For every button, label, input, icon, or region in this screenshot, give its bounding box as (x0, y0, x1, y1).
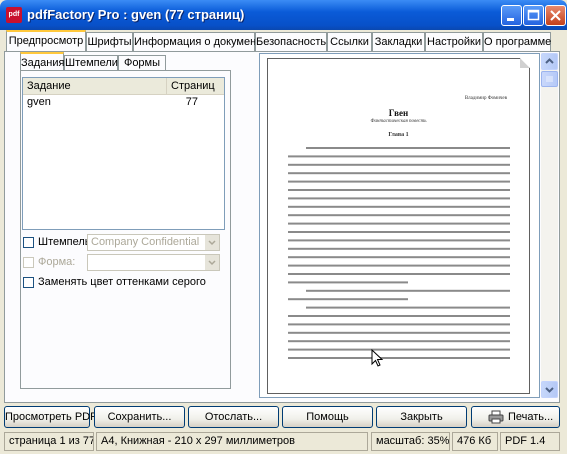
job-name-cell: gven (27, 96, 51, 108)
close-window-button[interactable] (545, 5, 566, 26)
arrow-down-icon (545, 387, 554, 393)
status-size: 476 Кб (452, 432, 498, 451)
pdf-app-icon: pdf (6, 7, 22, 23)
text-line (288, 357, 510, 359)
text-line (306, 306, 510, 309)
text-line (288, 247, 510, 250)
form-select[interactable] (87, 254, 220, 271)
status-zoom: масштаб: 35% (371, 432, 450, 451)
column-header-job[interactable]: Задание (23, 78, 167, 95)
arrow-up-icon (545, 58, 554, 64)
send-button[interactable]: Отослать... (188, 406, 279, 428)
tab-about[interactable]: О программе (483, 32, 551, 51)
app-window: pdf pdfFactory Pro : gven (77 страниц) П… (0, 0, 567, 454)
job-pages-cell: 77 (185, 96, 198, 108)
preview-pdf-button[interactable]: Просмотреть PDF (4, 406, 97, 428)
scroll-thumb[interactable] (541, 71, 558, 87)
form-checkbox[interactable] (23, 257, 34, 268)
text-line (288, 172, 510, 175)
text-line (288, 189, 510, 191)
text-line (288, 273, 510, 275)
text-line (288, 340, 510, 343)
minimize-icon (507, 18, 514, 21)
subtab-stamps[interactable]: Штемпели (64, 55, 118, 71)
print-button[interactable]: Печать... (471, 406, 560, 428)
stamp-select[interactable]: Company Confidential (87, 234, 220, 251)
status-pdf-version: PDF 1.4 (500, 432, 560, 451)
text-line (288, 163, 510, 166)
subtab-forms[interactable]: Формы (118, 55, 166, 71)
tab-preview[interactable]: Предпросмотр (6, 30, 86, 52)
text-line (288, 231, 510, 233)
save-button[interactable]: Сохранить... (94, 406, 185, 428)
column-header-pages[interactable]: Страниц (167, 78, 224, 95)
jobs-list[interactable]: Задание Страниц gven 77 (22, 77, 225, 230)
text-line (288, 323, 510, 326)
text-line (288, 298, 408, 301)
subtab-jobs[interactable]: Задания (20, 52, 64, 72)
table-row[interactable]: gven 77 (23, 96, 224, 110)
text-line (288, 222, 510, 225)
minimize-button[interactable] (501, 5, 522, 26)
doc-body-text (288, 147, 510, 359)
tab-security[interactable]: Безопасность (255, 32, 327, 51)
text-line (288, 281, 408, 284)
grayscale-label: Заменять цвет оттенками серого (38, 276, 206, 288)
text-line (288, 348, 510, 351)
stamp-checkbox[interactable] (23, 237, 34, 248)
help-button[interactable]: Помощь (282, 406, 373, 428)
text-line (288, 205, 510, 208)
maximize-button[interactable] (523, 5, 544, 26)
text-line (288, 331, 510, 334)
title-bar[interactable]: pdf pdfFactory Pro : gven (77 страниц) (0, 0, 567, 30)
status-page: страница 1 из 77 (4, 432, 94, 451)
stamp-select-value: Company Confidential (91, 236, 200, 248)
text-line (288, 264, 510, 267)
mouse-cursor-icon (371, 349, 384, 367)
tab-settings[interactable]: Настройки (425, 32, 483, 51)
chevron-down-icon (205, 255, 219, 270)
vertical-scrollbar[interactable] (541, 53, 558, 398)
close-icon (550, 10, 561, 21)
print-button-label: Печать... (508, 411, 554, 423)
status-paper: A4, Книжная - 210 x 297 миллиметров (96, 432, 368, 451)
text-line (306, 147, 510, 149)
printer-icon (488, 410, 504, 424)
text-line (288, 239, 510, 242)
text-line (288, 315, 510, 317)
tab-fonts[interactable]: Шрифты (86, 32, 133, 51)
text-line (288, 180, 510, 183)
form-label: Форма: (38, 256, 76, 268)
text-line (288, 197, 510, 200)
stamp-label: Штемпель: (38, 236, 94, 248)
tab-links[interactable]: Ссылки (327, 32, 372, 51)
text-line (288, 256, 510, 259)
scroll-down-button[interactable] (541, 381, 558, 398)
maximize-icon (527, 9, 540, 21)
chevron-down-icon (205, 235, 219, 250)
main-tab-bar: Предпросмотр Шрифты Информация о докумен… (0, 30, 567, 52)
grayscale-checkbox[interactable] (23, 277, 34, 288)
window-title: pdfFactory Pro : gven (77 страниц) (27, 7, 245, 22)
scroll-up-button[interactable] (541, 53, 558, 70)
text-line (306, 289, 510, 292)
tab-document-info[interactable]: Информация о документе (133, 32, 267, 51)
grip-icon (546, 76, 553, 82)
close-button[interactable]: Закрыть (376, 406, 467, 428)
text-line (288, 155, 510, 158)
text-line (288, 214, 510, 217)
tab-bookmarks[interactable]: Закладки (372, 32, 425, 51)
page-preview: Владимир Фомичев Гвен Фантастическая пов… (267, 58, 530, 394)
